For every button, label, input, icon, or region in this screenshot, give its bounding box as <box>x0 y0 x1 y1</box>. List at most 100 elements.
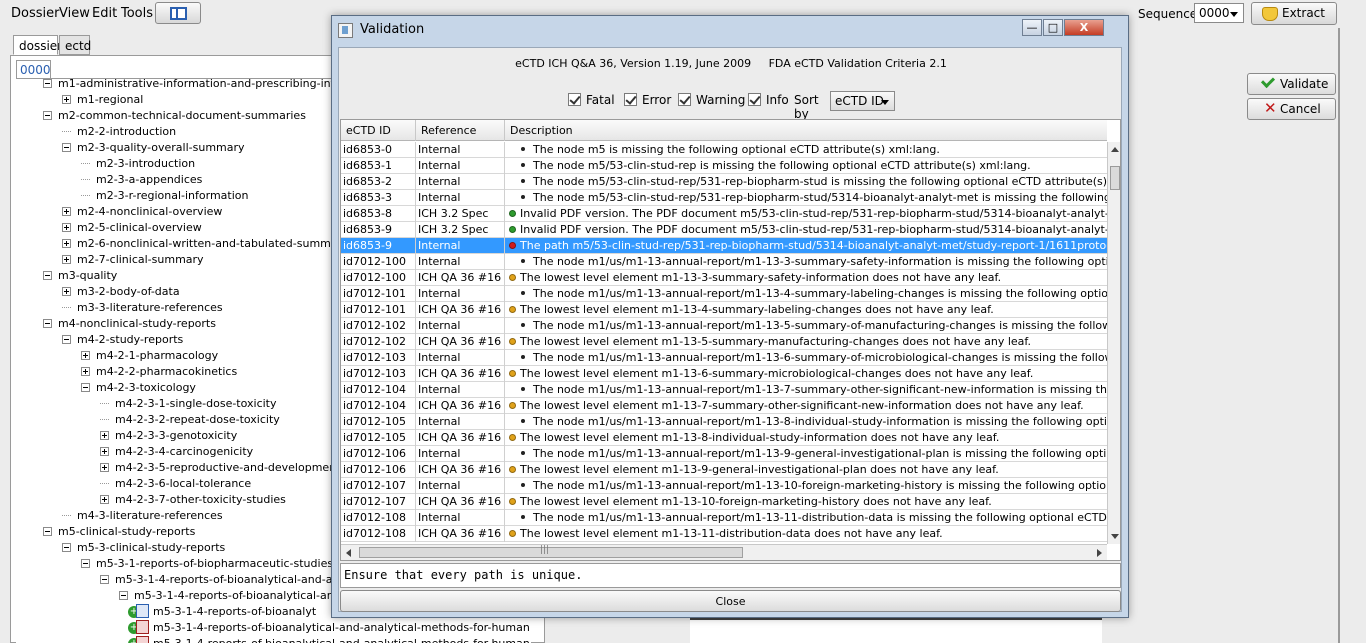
warning-checkbox[interactable] <box>678 93 691 106</box>
vertical-scroll-thumb[interactable] <box>1110 166 1120 190</box>
tree-connector <box>81 163 90 164</box>
tab-dossier[interactable]: dossier <box>13 35 62 55</box>
tab-ectd[interactable]: ectd <box>59 35 91 55</box>
window-close-button[interactable]: X <box>1064 19 1104 36</box>
cell-ectd-id: id7012-104 <box>341 382 416 398</box>
table-row[interactable]: id7012-105 Internal The node m1/us/m1-13-a… <box>341 414 1107 430</box>
collapse-icon[interactable] <box>81 559 90 568</box>
error-checkbox[interactable] <box>624 93 637 106</box>
column-header-description[interactable]: Description <box>505 120 1107 141</box>
severity-info-icon <box>521 323 525 327</box>
expand-icon[interactable] <box>62 223 71 232</box>
severity-caution-icon <box>509 338 516 345</box>
table-row[interactable]: id7012-104 Internal The node m1/us/m1-13-a… <box>341 382 1107 398</box>
description-text: The lowest level element m1-13-5-summary… <box>520 335 1031 348</box>
collapse-icon[interactable] <box>81 383 90 392</box>
description-text: The node m1/us/m1-13-annual-report/m1-13… <box>533 415 1107 428</box>
expand-icon[interactable] <box>62 239 71 248</box>
collapse-icon[interactable] <box>43 319 52 328</box>
tree-node-label: m4-2-3-4-carcinogenicity <box>115 445 254 458</box>
table-row[interactable]: id7012-101 ICH QA 36 #16 The lowest level … <box>341 302 1107 318</box>
table-row[interactable]: id7012-108 Internal The node m1/us/m1-13-a… <box>341 510 1107 526</box>
table-row[interactable]: id7012-106 ICH QA 36 #16 The lowest level … <box>341 462 1107 478</box>
table-row[interactable]: id6853-0 Internal The node m5 is missing t… <box>341 142 1107 158</box>
menu-view[interactable]: View <box>59 6 90 21</box>
table-row[interactable]: id7012-107 Internal The node m1/us/m1-13-a… <box>341 478 1107 494</box>
tab-sequence-0000[interactable]: 0000 <box>16 60 51 79</box>
table-row[interactable]: id6853-3 Internal The node m5/53-clin-stud… <box>341 190 1107 206</box>
menu-edit[interactable]: Edit <box>92 6 117 21</box>
toggle-panel-button[interactable] <box>155 2 201 24</box>
table-row[interactable]: id7012-106 Internal The node m1/us/m1-13-a… <box>341 446 1107 462</box>
table-row[interactable]: id6853-9 Internal The path m5/53-clin-stud… <box>341 238 1107 254</box>
table-row[interactable]: id7012-103 Internal The node m1/us/m1-13-a… <box>341 350 1107 366</box>
expand-icon[interactable] <box>62 255 71 264</box>
cell-ectd-id: id7012-105 <box>341 430 416 446</box>
horizontal-scrollbar[interactable] <box>341 544 1107 560</box>
expand-icon[interactable] <box>100 495 109 504</box>
close-button[interactable]: Close <box>340 590 1121 612</box>
info-checkbox[interactable] <box>748 93 761 106</box>
column-header-ectd-id[interactable]: eCTD ID <box>341 120 416 141</box>
maximize-button[interactable]: □ <box>1043 19 1063 36</box>
horizontal-scroll-thumb[interactable] <box>359 545 743 558</box>
table-row[interactable]: id7012-103 ICH QA 36 #16 The lowest level … <box>341 366 1107 382</box>
table-row[interactable]: id7012-100 ICH QA 36 #16 The lowest level … <box>341 270 1107 286</box>
minimize-button[interactable]: — <box>1022 19 1042 36</box>
table-row[interactable]: id6853-8 ICH 3.2 Spec Invalid PDF version.… <box>341 206 1107 222</box>
collapse-icon[interactable] <box>43 79 52 88</box>
expand-icon[interactable] <box>100 447 109 456</box>
table-row[interactable]: id6853-9 ICH 3.2 Spec Invalid PDF version.… <box>341 222 1107 238</box>
cell-reference: Internal <box>416 190 505 206</box>
column-header-reference[interactable]: Reference <box>416 120 505 141</box>
collapse-icon[interactable] <box>62 143 71 152</box>
table-row[interactable]: id6853-2 Internal The node m5/53-clin-stud… <box>341 174 1107 190</box>
tree-node-label: m5-3-clinical-study-reports <box>77 541 226 554</box>
collapse-icon[interactable] <box>62 335 71 344</box>
collapse-icon[interactable] <box>119 591 128 600</box>
collapse-icon[interactable] <box>43 271 52 280</box>
expand-icon[interactable] <box>100 463 109 472</box>
fatal-checkbox[interactable] <box>568 93 581 106</box>
cancel-button[interactable]: ✕ Cancel <box>1247 98 1336 120</box>
collapse-icon[interactable] <box>100 575 109 584</box>
description-text: The node m5/53-clin-stud-rep is missing … <box>533 159 1031 172</box>
menu-dossier[interactable]: Dossier <box>11 6 59 21</box>
table-row[interactable]: id7012-104 ICH QA 36 #16 The lowest level … <box>341 398 1107 414</box>
cell-reference: Internal <box>416 158 505 174</box>
expand-icon[interactable] <box>62 287 71 296</box>
cell-reference: ICH QA 36 #16 <box>416 398 505 414</box>
collapse-icon[interactable] <box>43 527 52 536</box>
table-row[interactable]: id7012-101 Internal The node m1/us/m1-13-a… <box>341 286 1107 302</box>
menu-tools[interactable]: Tools <box>121 6 153 21</box>
vertical-scrollbar[interactable] <box>1107 142 1120 544</box>
expand-icon[interactable] <box>62 207 71 216</box>
sequence-select[interactable]: 0000 <box>1194 3 1244 23</box>
expand-icon[interactable] <box>100 431 109 440</box>
cell-reference: Internal <box>416 142 505 158</box>
expand-icon[interactable] <box>62 95 71 104</box>
table-row[interactable]: id7012-105 ICH QA 36 #16 The lowest level … <box>341 430 1107 446</box>
message-text-area[interactable]: Ensure that every path is unique. <box>340 563 1121 588</box>
cell-ectd-id: id7012-106 <box>341 446 416 462</box>
table-row[interactable]: id7012-100 Internal The node m1/us/m1-13-a… <box>341 254 1107 270</box>
scroll-right-icon[interactable] <box>1097 549 1102 557</box>
collapse-icon[interactable] <box>62 543 71 552</box>
table-row[interactable]: id7012-108 ICH QA 36 #16 The lowest level … <box>341 526 1107 542</box>
collapse-icon[interactable] <box>43 111 52 120</box>
table-row[interactable]: id7012-102 Internal The node m1/us/m1-13-a… <box>341 318 1107 334</box>
tree-node-label: m4-nonclinical-study-reports <box>58 317 216 330</box>
table-row[interactable]: id7012-107 ICH QA 36 #16 The lowest level … <box>341 494 1107 510</box>
validate-button[interactable]: Validate <box>1247 73 1336 95</box>
description-text: Invalid PDF version. The PDF document m5… <box>520 223 1107 236</box>
sort-select[interactable]: eCTD ID <box>830 91 895 111</box>
expand-icon[interactable] <box>81 351 90 360</box>
expand-icon[interactable] <box>81 367 90 376</box>
scroll-down-icon[interactable] <box>1111 534 1119 539</box>
tree-connector <box>100 419 109 420</box>
scroll-left-icon[interactable] <box>346 549 351 557</box>
table-row[interactable]: id6853-1 Internal The node m5/53-clin-stud… <box>341 158 1107 174</box>
table-row[interactable]: id7012-102 ICH QA 36 #16 The lowest level … <box>341 334 1107 350</box>
extract-button[interactable]: Extract <box>1251 2 1337 25</box>
scroll-up-icon[interactable] <box>1111 147 1119 152</box>
